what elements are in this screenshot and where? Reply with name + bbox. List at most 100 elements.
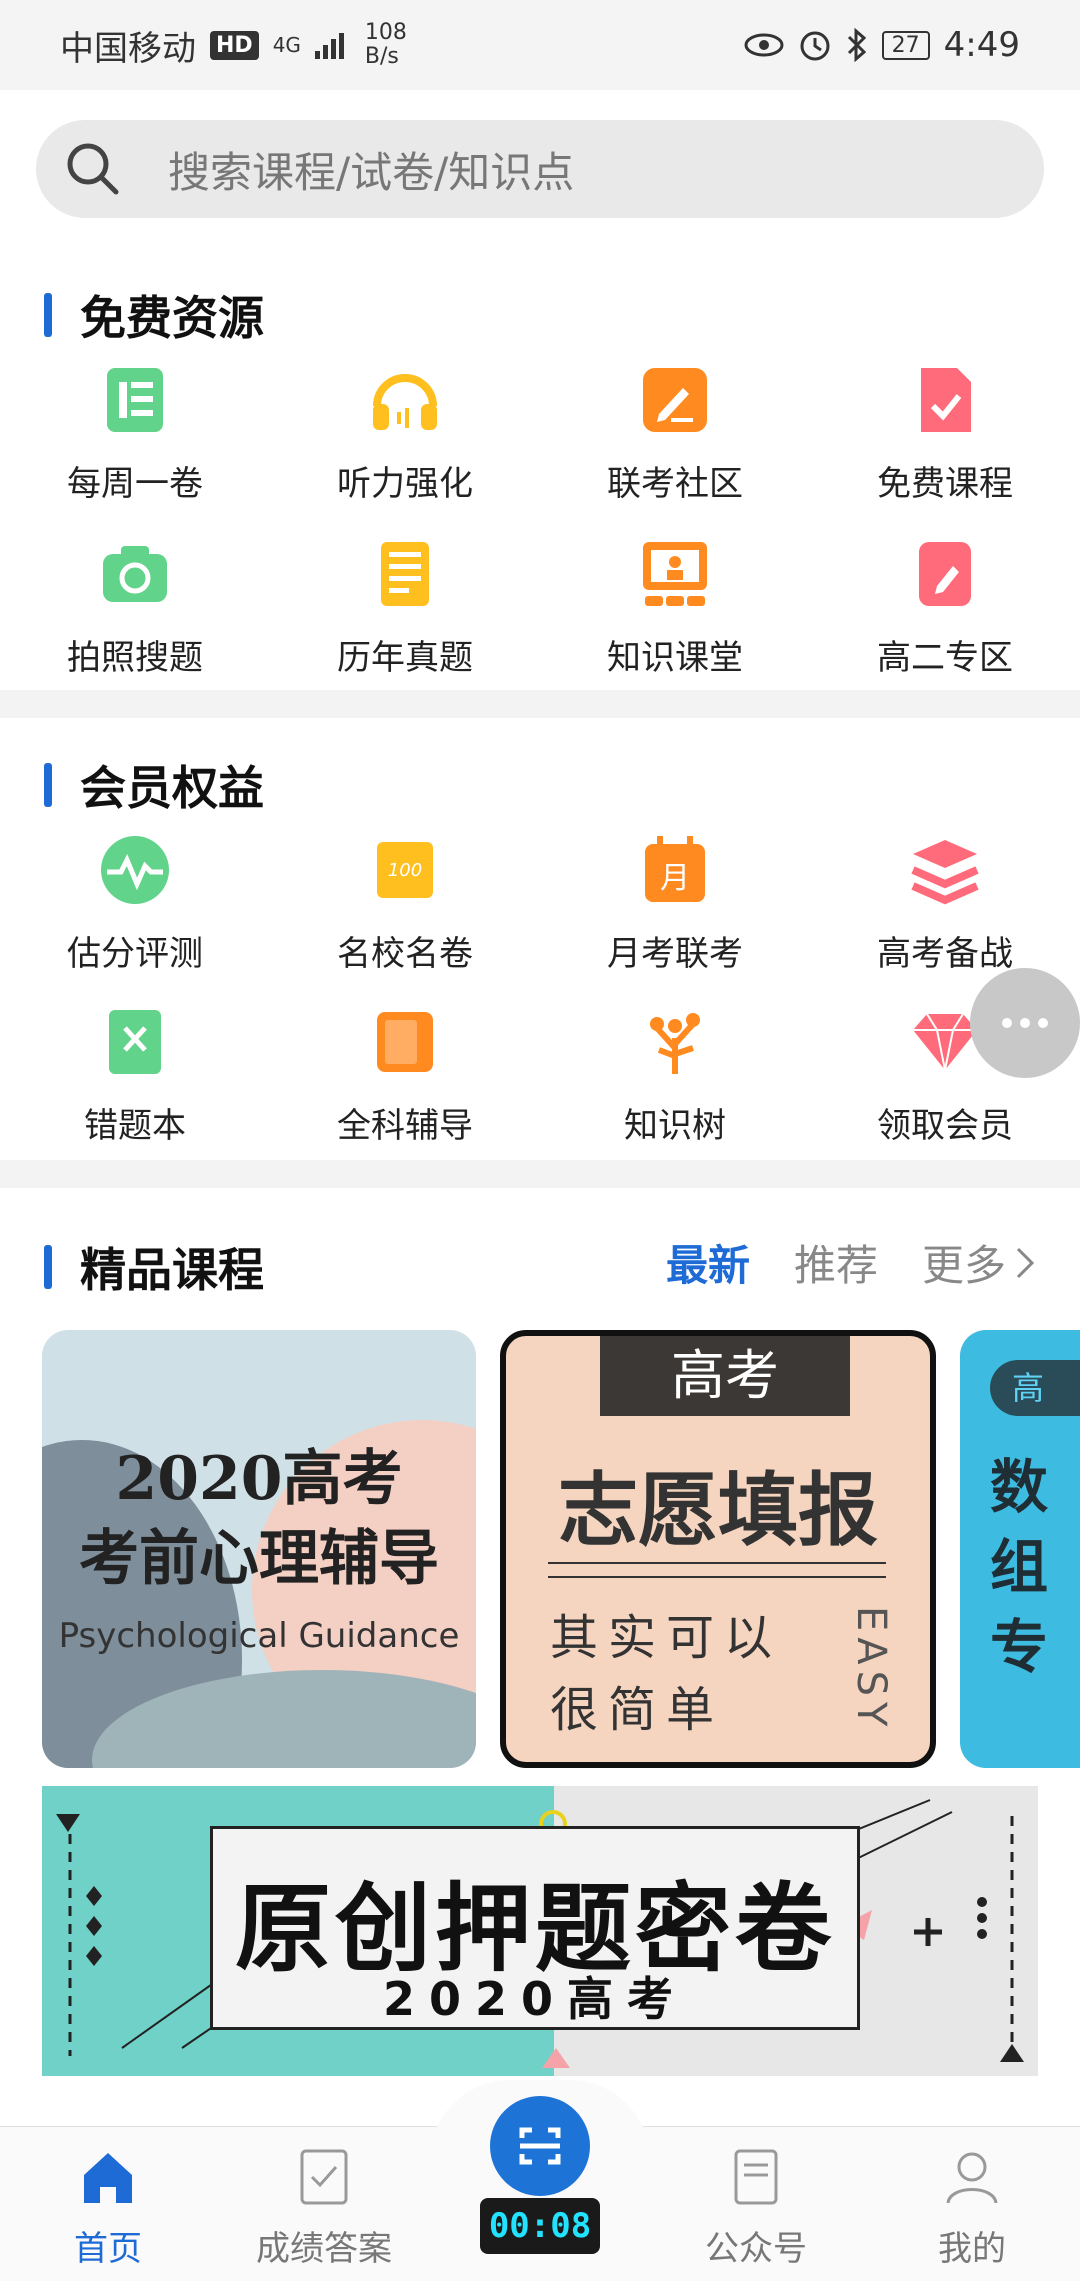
network-label: 4G	[272, 33, 301, 57]
nav-label: 首页	[74, 2229, 142, 2269]
hd-badge: HD	[210, 30, 259, 60]
banner-frame: 原创押题密卷 2020高考	[210, 1826, 860, 2030]
card-subtitle: Psychological Guidance	[58, 1616, 460, 1656]
section-title-courses: 精品课程	[44, 1234, 264, 1300]
course-card-partial[interactable]: 高 数 组 专	[960, 1330, 1080, 1768]
document-icon	[107, 368, 163, 432]
camera-icon	[103, 546, 167, 602]
nav-label: 我的	[938, 2229, 1006, 2269]
stack-icon	[911, 840, 979, 905]
section-divider	[0, 690, 1080, 718]
tile-label: 名校名卷	[337, 934, 473, 974]
home-icon	[84, 2153, 132, 2203]
tile-knowledge-class[interactable]: 知识课堂	[540, 536, 810, 679]
tile-monthly-exam[interactable]: 月 月考联考	[540, 832, 810, 975]
section-marker	[44, 293, 52, 337]
card-title-char: 组	[990, 1533, 1049, 1601]
card-title-line1: 2020高考	[115, 1444, 403, 1514]
nav-label: 公众号	[705, 2229, 807, 2269]
floating-more-button[interactable]	[970, 968, 1080, 1078]
timer-display: 00:08	[480, 2198, 600, 2254]
course-card-volunteer[interactable]: 高考 志愿填报 其实可以 很简单 EASY	[500, 1330, 936, 1768]
tile-photo-search[interactable]: 拍照搜题	[0, 536, 270, 679]
course-tabs: 最新 推荐 更多	[666, 1232, 1036, 1293]
bluetooth-icon	[847, 28, 866, 62]
svg-text:月: 月	[660, 861, 690, 896]
tile-label: 历年真题	[337, 638, 473, 678]
eye-icon	[744, 33, 784, 57]
status-bar: 中国移动 HD 4G 108 B/s 27 4:49	[0, 0, 1080, 90]
tab-recommended[interactable]: 推荐	[794, 1232, 878, 1293]
pulse-icon	[101, 836, 169, 904]
tile-grade-two[interactable]: 高二专区	[810, 536, 1080, 679]
tab-latest[interactable]: 最新	[666, 1232, 750, 1293]
dot	[1038, 1018, 1048, 1028]
tile-gaokao-prep[interactable]: 高考备战	[810, 832, 1080, 975]
edit-icon	[643, 368, 707, 432]
card-rule	[548, 1562, 886, 1564]
tile-free-course[interactable]: 免费课程	[810, 362, 1080, 505]
wrong-book-icon	[109, 1010, 161, 1074]
tile-famous-school[interactable]: 100 名校名卷	[270, 832, 540, 975]
tile-label: 每周一卷	[67, 464, 203, 504]
tile-label: 错题本	[84, 1106, 186, 1146]
report-icon	[300, 2149, 348, 2205]
tile-listening[interactable]: 听力强化	[270, 362, 540, 505]
nav-profile[interactable]: 我的	[872, 2147, 1072, 2270]
tile-label: 联考社区	[607, 464, 743, 504]
search-placeholder: 搜索课程/试卷/知识点	[168, 147, 575, 197]
checked-file-icon	[921, 368, 971, 432]
tile-community[interactable]: 联考社区	[540, 362, 810, 505]
tile-label: 全科辅导	[337, 1106, 473, 1146]
nav-home[interactable]: 首页	[8, 2147, 208, 2270]
chevron-right-icon	[1016, 1247, 1035, 1278]
headphones-icon	[373, 374, 437, 430]
tile-past-exams[interactable]: 历年真题	[270, 536, 540, 679]
nav-scores[interactable]: 成绩答案	[224, 2147, 424, 2270]
card-title-char: 数	[990, 1453, 1049, 1521]
tile-label: 月考联考	[607, 934, 743, 974]
nav-label: 成绩答案	[256, 2229, 392, 2269]
bookmark-edit-icon	[919, 542, 971, 606]
tile-label: 估分评测	[67, 934, 203, 974]
article-icon	[734, 2149, 778, 2205]
card-top-label: 高考	[600, 1336, 850, 1416]
tile-all-subjects[interactable]: 全科辅导	[270, 1004, 540, 1147]
signal-icon	[314, 33, 344, 59]
tile-label: 免费课程	[877, 464, 1013, 504]
exam-paper-icon: 100	[377, 842, 433, 898]
tile-label: 知识树	[624, 1106, 726, 1146]
tile-wrong-book[interactable]: 错题本	[0, 1004, 270, 1147]
tile-label: 高二专区	[877, 638, 1013, 678]
card-title-char: 专	[990, 1613, 1049, 1681]
more-link[interactable]: 更多	[922, 1232, 1036, 1293]
tile-label: 拍照搜题	[67, 638, 203, 678]
banner-year: 2020高考	[382, 1972, 688, 2026]
scan-button[interactable]	[490, 2096, 590, 2196]
nav-official-account[interactable]: 公众号	[656, 2147, 856, 2270]
classroom-icon	[643, 542, 707, 606]
course-card-psychology[interactable]: 2020高考 考前心理辅导 Psychological Guidance	[42, 1330, 476, 1768]
tile-label: 高考备战	[877, 934, 1013, 974]
promo-banner[interactable]: 原创押题密卷 2020高考	[42, 1786, 1038, 2076]
search-bar[interactable]: 搜索课程/试卷/知识点	[36, 120, 1044, 218]
dot	[1020, 1018, 1030, 1028]
card-rule	[548, 1576, 886, 1578]
section-title-free: 免费资源	[44, 282, 264, 348]
tile-label: 知识课堂	[607, 638, 743, 678]
search-icon	[67, 143, 119, 195]
card-side-text: EASY	[848, 1606, 894, 1733]
carrier-label: 中国移动	[60, 28, 196, 69]
tile-label: 听力强化	[337, 464, 473, 504]
clock: 4:49	[943, 25, 1020, 65]
card-main-title: 志愿填报	[558, 1463, 878, 1557]
card-sub-line1: 其实可以	[550, 1610, 783, 1666]
alarm-icon	[800, 31, 830, 61]
tile-weekly-paper[interactable]: 每周一卷	[0, 362, 270, 505]
calendar-icon: 月	[645, 836, 705, 902]
tile-score-estimate[interactable]: 估分评测	[0, 832, 270, 975]
tile-knowledge-tree[interactable]: 知识树	[540, 1004, 810, 1147]
profile-icon	[946, 2152, 998, 2204]
scroll-icon	[381, 542, 429, 606]
card-title-line2: 考前心理辅导	[79, 1524, 439, 1594]
